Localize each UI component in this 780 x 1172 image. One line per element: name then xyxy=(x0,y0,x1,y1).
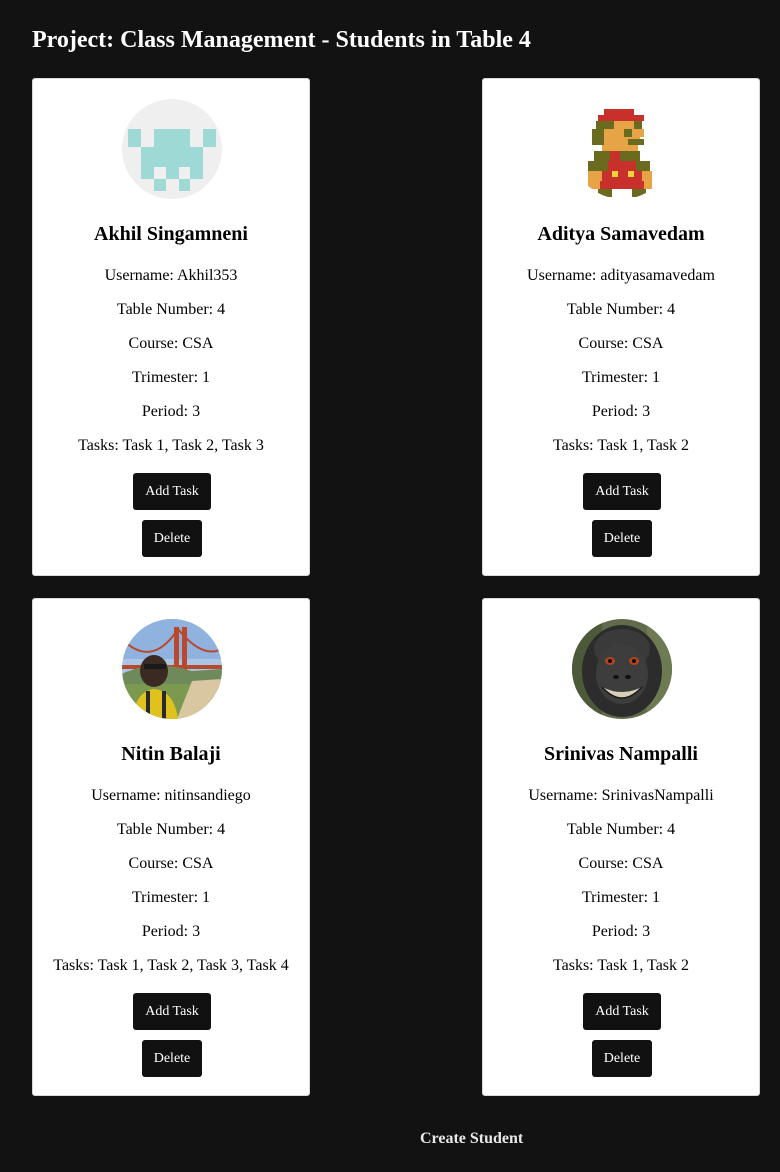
student-period: Period: 3 xyxy=(141,923,201,940)
student-course: Course: CSA xyxy=(128,335,214,352)
student-trimester: Trimester: 1 xyxy=(581,889,661,906)
page-title: Project: Class Management - Students in … xyxy=(32,27,531,53)
student-username: Username: SrinivasNampalli xyxy=(528,787,714,804)
student-username: Username: adityasamavedam xyxy=(527,267,715,284)
student-period: Period: 3 xyxy=(141,403,201,420)
add-task-button[interactable]: Add Task xyxy=(583,993,661,1030)
student-course: Course: CSA xyxy=(578,335,664,352)
delete-button[interactable]: Delete xyxy=(142,520,202,557)
student-name: Srinivas Nampalli xyxy=(544,743,698,765)
student-table-number: Table Number: 4 xyxy=(566,301,676,318)
student-name: Akhil Singamneni xyxy=(94,223,248,245)
pixel-mario-avatar xyxy=(572,99,672,199)
student-card: Akhil Singamneni Username: Akhil353 Tabl… xyxy=(32,78,310,576)
create-student-button[interactable]: Create Student xyxy=(420,1129,523,1149)
student-tasks: Tasks: Task 1, Task 2, Task 3, Task 4 xyxy=(53,957,289,974)
student-name: Aditya Samavedam xyxy=(537,223,705,245)
add-task-button[interactable]: Add Task xyxy=(583,473,661,510)
student-course: Course: CSA xyxy=(578,855,664,872)
identicon-avatar xyxy=(122,99,222,199)
student-username: Username: nitinsandiego xyxy=(91,787,251,804)
student-card: Nitin Balaji Username: nitinsandiego Tab… xyxy=(32,598,310,1096)
student-card: Aditya Samavedam Username: adityasamaved… xyxy=(482,78,760,576)
delete-button[interactable]: Delete xyxy=(592,520,652,557)
student-tasks: Tasks: Task 1, Task 2 xyxy=(552,437,690,454)
student-trimester: Trimester: 1 xyxy=(131,369,211,386)
student-period: Period: 3 xyxy=(591,403,651,420)
photo-monkey-avatar xyxy=(572,619,672,719)
photo-golden-gate-avatar xyxy=(122,619,222,719)
student-course: Course: CSA xyxy=(128,855,214,872)
student-tasks: Tasks: Task 1, Task 2, Task 3 xyxy=(78,437,264,454)
student-name: Nitin Balaji xyxy=(121,743,221,765)
student-trimester: Trimester: 1 xyxy=(131,889,211,906)
student-table-number: Table Number: 4 xyxy=(566,821,676,838)
student-tasks: Tasks: Task 1, Task 2 xyxy=(552,957,690,974)
student-trimester: Trimester: 1 xyxy=(581,369,661,386)
student-table-number: Table Number: 4 xyxy=(116,821,226,838)
delete-button[interactable]: Delete xyxy=(142,1040,202,1077)
add-task-button[interactable]: Add Task xyxy=(133,993,211,1030)
student-card: Srinivas Nampalli Username: SrinivasNamp… xyxy=(482,598,760,1096)
add-task-button[interactable]: Add Task xyxy=(133,473,211,510)
delete-button[interactable]: Delete xyxy=(592,1040,652,1077)
student-period: Period: 3 xyxy=(591,923,651,940)
student-table-number: Table Number: 4 xyxy=(116,301,226,318)
student-username: Username: Akhil353 xyxy=(104,267,238,284)
